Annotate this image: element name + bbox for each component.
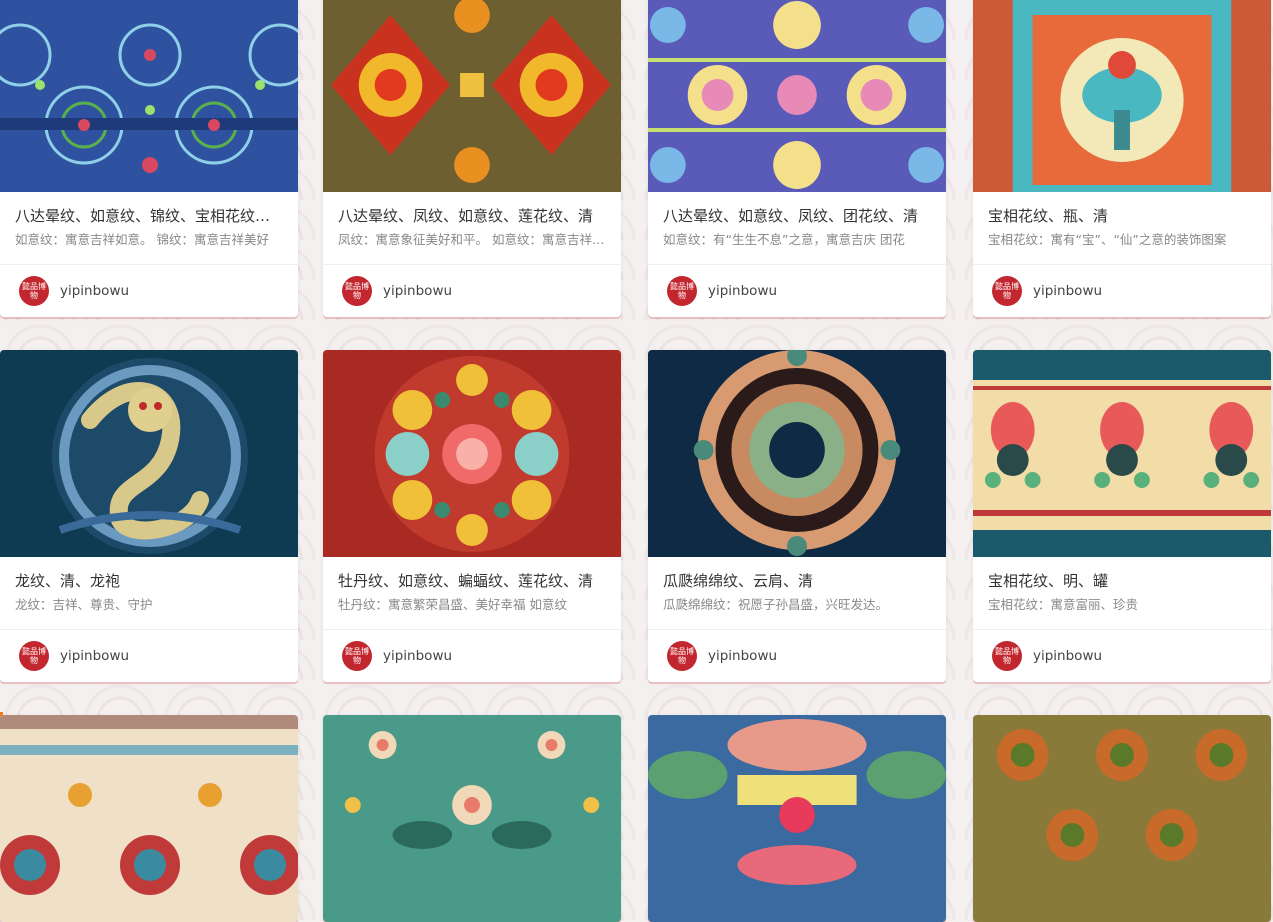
pattern-image[interactable]: [0, 350, 298, 557]
author-name[interactable]: yipinbowu: [1033, 648, 1102, 664]
card-title[interactable]: 八达晕纹、如意纹、凤纹、团花纹、清: [663, 206, 931, 226]
card-title[interactable]: 八达晕纹、凤纹、如意纹、莲花纹、清: [338, 206, 606, 226]
avatar[interactable]: 懿品博物: [19, 276, 49, 306]
author-name[interactable]: yipinbowu: [1033, 283, 1102, 299]
card-author[interactable]: 懿品博物 yipinbowu: [648, 265, 946, 317]
author-name[interactable]: yipinbowu: [60, 648, 129, 664]
pattern-image[interactable]: [973, 0, 1271, 192]
card-title[interactable]: 牡丹纹、如意纹、蝙蝠纹、莲花纹、清: [338, 571, 606, 591]
pattern-card[interactable]: 宝相花纹、瓶、清 宝相花纹：寓有“宝”、“仙”之意的装饰图案 懿品博物 yipi…: [973, 0, 1271, 317]
pattern-card[interactable]: [0, 715, 298, 922]
avatar[interactable]: 懿品博物: [992, 276, 1022, 306]
card-title[interactable]: 龙纹、清、龙袍: [15, 571, 283, 591]
pattern-image[interactable]: [323, 350, 621, 557]
author-name[interactable]: yipinbowu: [708, 648, 777, 664]
pattern-image[interactable]: [0, 0, 298, 192]
card-author[interactable]: 懿品博物 yipinbowu: [323, 265, 621, 317]
card-description: 龙纹：吉祥、尊贵、守护: [15, 597, 153, 612]
card-author[interactable]: 懿品博物 yipinbowu: [323, 630, 621, 682]
pattern-image[interactable]: [648, 715, 946, 922]
avatar[interactable]: 懿品博物: [992, 641, 1022, 671]
pattern-image[interactable]: [0, 715, 298, 922]
card-author[interactable]: 懿品博物 yipinbowu: [973, 630, 1271, 682]
pattern-image[interactable]: [648, 350, 946, 557]
pattern-image[interactable]: [323, 715, 621, 922]
avatar[interactable]: 懿品博物: [342, 641, 372, 671]
pattern-card[interactable]: [323, 715, 621, 922]
pattern-card[interactable]: 瓜瓞绵绵纹、云肩、清 瓜瓞绵绵纹：祝愿子孙昌盛，兴旺发达。 懿品博物 yipin…: [648, 350, 946, 682]
author-name[interactable]: yipinbowu: [60, 283, 129, 299]
avatar[interactable]: 懿品博物: [342, 276, 372, 306]
pattern-image[interactable]: [973, 350, 1271, 557]
pattern-card[interactable]: 牡丹纹、如意纹、蝙蝠纹、莲花纹、清 牡丹纹：寓意繁荣昌盛、美好幸福 如意纹 懿品…: [323, 350, 621, 682]
card-description: 牡丹纹：寓意繁荣昌盛、美好幸福 如意纹: [338, 597, 567, 612]
card-author[interactable]: 懿品博物 yipinbowu: [0, 265, 298, 317]
pattern-card[interactable]: 宝相花纹、明、罐 宝相花纹：寓意富丽、珍贵 懿品博物 yipinbowu: [973, 350, 1271, 682]
card-author[interactable]: 懿品博物 yipinbowu: [0, 630, 298, 682]
card-description: 凤纹：寓意象征美好和平。 如意纹：寓意吉祥如意: [338, 232, 606, 247]
card-title[interactable]: 宝相花纹、明、罐: [988, 571, 1256, 591]
card-author[interactable]: 懿品博物 yipinbowu: [648, 630, 946, 682]
pattern-image[interactable]: [973, 715, 1271, 922]
avatar[interactable]: 懿品博物: [667, 641, 697, 671]
card-title[interactable]: 瓜瓞绵绵纹、云肩、清: [663, 571, 931, 591]
card-title[interactable]: 宝相花纹、瓶、清: [988, 206, 1256, 226]
author-name[interactable]: yipinbowu: [383, 648, 452, 664]
pattern-image[interactable]: [323, 0, 621, 192]
card-description: 瓜瓞绵绵纹：祝愿子孙昌盛，兴旺发达。: [663, 597, 889, 612]
card-author[interactable]: 懿品博物 yipinbowu: [973, 265, 1271, 317]
pattern-card[interactable]: 八达晕纹、凤纹、如意纹、莲花纹、清 凤纹：寓意象征美好和平。 如意纹：寓意吉祥如…: [323, 0, 621, 317]
pattern-card[interactable]: 龙纹、清、龙袍 龙纹：吉祥、尊贵、守护 懿品博物 yipinbowu: [0, 350, 298, 682]
card-title[interactable]: 八达晕纹、如意纹、锦纹、宝相花纹、清: [15, 206, 283, 226]
pattern-card[interactable]: 八达晕纹、如意纹、凤纹、团花纹、清 如意纹：有“生生不息”之意，寓意吉庆 团花 …: [648, 0, 946, 317]
avatar[interactable]: 懿品博物: [19, 641, 49, 671]
pattern-card[interactable]: [973, 715, 1271, 922]
pattern-image[interactable]: [648, 0, 946, 192]
pattern-card[interactable]: 八达晕纹、如意纹、锦纹、宝相花纹、清 如意纹：寓意吉祥如意。 锦纹：寓意吉祥美好…: [0, 0, 298, 317]
card-description: 如意纹：有“生生不息”之意，寓意吉庆 团花: [663, 232, 905, 247]
pattern-card[interactable]: [648, 715, 946, 922]
card-description: 宝相花纹：寓意富丽、珍贵: [988, 597, 1139, 612]
card-description: 宝相花纹：寓有“宝”、“仙”之意的装饰图案: [988, 232, 1227, 247]
card-description: 如意纹：寓意吉祥如意。 锦纹：寓意吉祥美好: [15, 232, 269, 247]
author-name[interactable]: yipinbowu: [383, 283, 452, 299]
author-name[interactable]: yipinbowu: [708, 283, 777, 299]
avatar[interactable]: 懿品博物: [667, 276, 697, 306]
